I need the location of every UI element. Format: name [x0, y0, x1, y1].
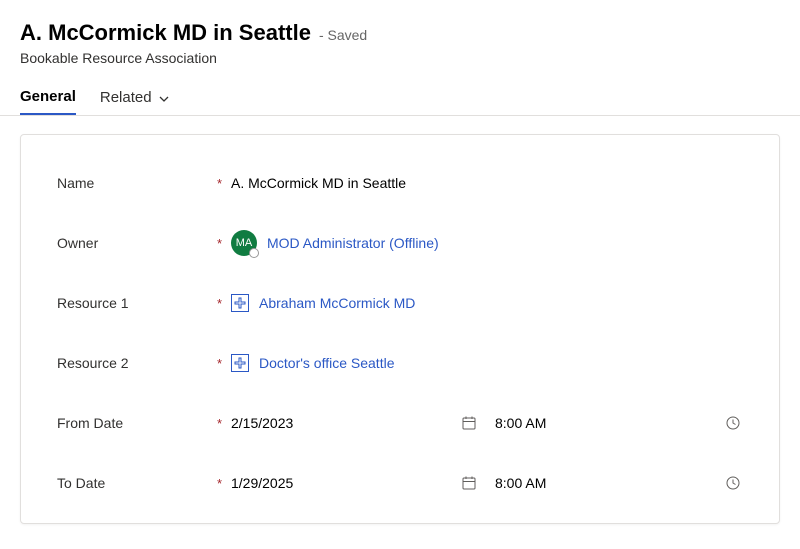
required-marker: * — [217, 176, 231, 191]
avatar-initials: MA — [236, 237, 253, 249]
field-resource-1[interactable]: Resource 1 * Abraham McCormick MD — [57, 273, 749, 333]
clock-icon[interactable] — [723, 413, 743, 433]
field-resource-2[interactable]: Resource 2 * Doctor's office Seattle — [57, 333, 749, 393]
presence-offline-icon — [249, 248, 259, 258]
record-title: A. McCormick MD in Seattle — [20, 20, 311, 46]
calendar-icon[interactable] — [459, 473, 479, 493]
field-from-date[interactable]: From Date * 2/15/2023 8:00 AM — [57, 393, 749, 453]
field-name-value: A. McCormick MD in Seattle — [231, 175, 406, 191]
field-resource-2-label: Resource 2 — [57, 355, 217, 371]
required-marker: * — [217, 296, 231, 311]
form-tabs: General Related — [20, 88, 780, 115]
tab-divider — [0, 115, 800, 116]
tab-general[interactable]: General — [20, 88, 76, 115]
required-marker: * — [217, 476, 231, 491]
resource-icon — [231, 294, 249, 312]
required-marker: * — [217, 416, 231, 431]
required-marker: * — [217, 356, 231, 371]
field-to-date-label: To Date — [57, 475, 217, 491]
resource-icon — [231, 354, 249, 372]
field-owner-label: Owner — [57, 235, 217, 251]
from-date-value[interactable]: 2/15/2023 — [231, 415, 449, 431]
clock-icon[interactable] — [723, 473, 743, 493]
from-time-value[interactable]: 8:00 AM — [495, 415, 713, 431]
owner-avatar: MA — [231, 230, 257, 256]
field-name[interactable]: Name * A. McCormick MD in Seattle — [57, 153, 749, 213]
calendar-icon[interactable] — [459, 413, 479, 433]
resource-2-link[interactable]: Doctor's office Seattle — [259, 355, 394, 371]
to-date-value[interactable]: 1/29/2025 — [231, 475, 449, 491]
resource-1-link[interactable]: Abraham McCormick MD — [259, 295, 415, 311]
field-name-label: Name — [57, 175, 217, 191]
chevron-down-icon — [158, 92, 170, 104]
field-from-date-label: From Date — [57, 415, 217, 431]
field-to-date[interactable]: To Date * 1/29/2025 8:00 AM — [57, 453, 749, 513]
tab-related-label: Related — [100, 89, 152, 106]
owner-link[interactable]: MOD Administrator (Offline) — [267, 235, 439, 251]
tab-related[interactable]: Related — [100, 89, 170, 114]
field-owner[interactable]: Owner * MA MOD Administrator (Offline) — [57, 213, 749, 273]
field-resource-1-label: Resource 1 — [57, 295, 217, 311]
saved-status: - Saved — [319, 27, 367, 43]
required-marker: * — [217, 236, 231, 251]
to-time-value[interactable]: 8:00 AM — [495, 475, 713, 491]
entity-subtitle: Bookable Resource Association — [20, 50, 780, 66]
general-section: Name * A. McCormick MD in Seattle Owner … — [20, 134, 780, 524]
